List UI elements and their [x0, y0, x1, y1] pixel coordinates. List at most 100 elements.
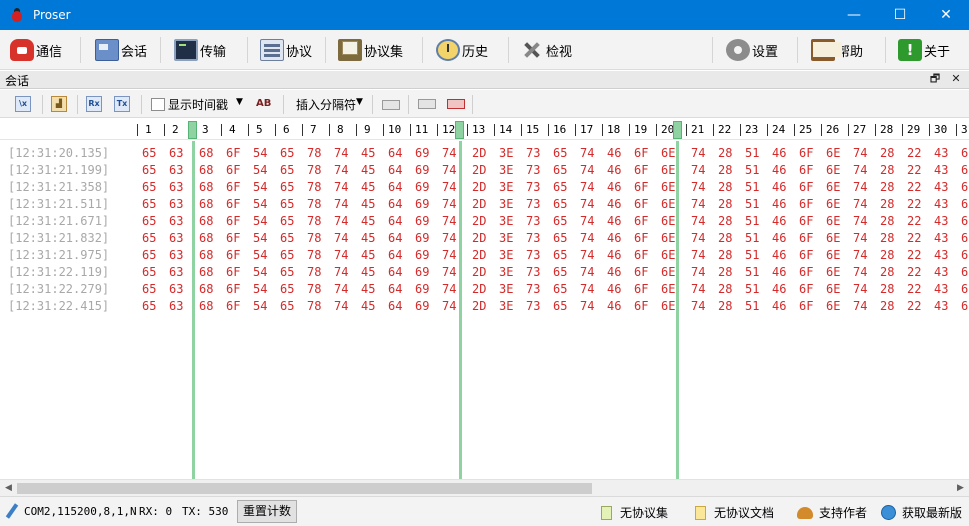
hex-byte: 65: [142, 180, 157, 194]
hex-byte: 51: [745, 248, 760, 262]
hex-byte: 74: [334, 265, 349, 279]
ruler-tick: [164, 124, 165, 136]
frame-separator-marker[interactable]: [188, 121, 197, 139]
hex-byte: 63: [169, 163, 184, 177]
transfer-button[interactable]: 传输: [174, 35, 226, 65]
support-author-item[interactable]: 支持作者: [797, 504, 867, 521]
maximize-button[interactable]: ☐: [877, 0, 923, 30]
show-timestamp-label[interactable]: 显示时间戳: [168, 96, 228, 113]
settings-button[interactable]: 设置: [726, 35, 778, 65]
ruler-tick: [221, 124, 222, 136]
phone-icon: [10, 39, 34, 61]
ruler-tick: [437, 124, 438, 136]
hex-byte: 73: [526, 299, 541, 313]
hex-byte: 74: [580, 248, 595, 262]
hex-byte: 65: [280, 146, 295, 160]
keyboard-icon[interactable]: [418, 99, 436, 109]
frame-separator-marker[interactable]: [455, 121, 464, 139]
data-row: [12:31:21.511] 65 63 68 6F 54 65 78 74 45 64 69 74 2D…: [0, 197, 969, 214]
hex-byte: 28: [718, 197, 733, 211]
protocol-button[interactable]: 协议: [260, 35, 312, 65]
hex-byte: 6F: [634, 214, 649, 228]
hex-byte: 74: [853, 214, 868, 228]
ruler-column-number: 29: [907, 123, 921, 136]
ruler-column-number: 10: [388, 123, 402, 136]
get-new-version-item[interactable]: 获取最新版: [881, 504, 962, 521]
hex-byte: 6E: [661, 180, 676, 194]
history-label: 历史: [462, 44, 489, 60]
ruler-column-number: 24: [772, 123, 786, 136]
scrollbar-thumb[interactable]: [17, 483, 592, 494]
tx-button[interactable]: Tx: [114, 96, 130, 112]
hex-byte: 6F: [799, 248, 814, 262]
panel-restore-button[interactable]: 🗗: [928, 72, 942, 86]
clear-screen-icon[interactable]: \x: [15, 96, 31, 112]
hex-byte: 6F: [634, 282, 649, 296]
rx-button[interactable]: Rx: [86, 96, 102, 112]
ruler-tick: [875, 124, 876, 136]
hex-byte: 63: [169, 214, 184, 228]
hex-byte: 43: [934, 214, 949, 228]
no-protocol-doc-item[interactable]: 无协议文档: [695, 504, 774, 521]
ruler-column-number: 19: [634, 123, 648, 136]
monitor-button[interactable]: 检视: [520, 35, 572, 65]
hex-byte: 43: [934, 282, 949, 296]
minimize-button[interactable]: —: [831, 0, 877, 30]
chevron-down-icon[interactable]: ▼: [356, 97, 363, 107]
hex-byte: 6E: [661, 197, 676, 211]
hex-byte: 68: [199, 282, 214, 296]
protocol-set-icon: [338, 39, 362, 61]
hex-byte: 65: [142, 197, 157, 211]
tools-icon: [520, 39, 544, 61]
scroll-right-icon[interactable]: ▶: [952, 480, 969, 497]
hex-byte: 6F: [634, 163, 649, 177]
hex-byte: 65: [142, 231, 157, 245]
frame-separator-marker[interactable]: [673, 121, 682, 139]
broom-icon[interactable]: ▟: [51, 96, 67, 112]
hex-byte: 6E: [661, 146, 676, 160]
hex-byte: 65: [280, 248, 295, 262]
monitor-label: 检视: [546, 44, 573, 60]
hex-byte: 28: [880, 299, 895, 313]
chevron-down-icon[interactable]: ▼: [236, 97, 243, 107]
help-button[interactable]: 帮助: [811, 35, 863, 65]
hex-byte: 43: [934, 180, 949, 194]
hex-byte: 78: [307, 231, 322, 245]
about-button[interactable]: 关于: [898, 35, 950, 65]
ruler-column-number: 31: [961, 123, 969, 136]
history-button[interactable]: 历史: [436, 35, 488, 65]
comm-label: 通信: [36, 44, 63, 60]
checkbox-icon[interactable]: [151, 98, 165, 111]
session-data-view[interactable]: [12:31:20.135] 65 63 68 6F 54 65 78 74 45 64 69 74 2D…: [0, 141, 969, 479]
session-button[interactable]: 会话: [95, 35, 147, 65]
hex-byte: 74: [442, 146, 457, 160]
no-protocol-set-item[interactable]: 无协议集: [601, 504, 668, 521]
hex-byte: 74: [580, 146, 595, 160]
delete-icon[interactable]: [447, 99, 465, 109]
protocol-set-label: 协议集: [364, 44, 404, 60]
session-panel-header: 会话 🗗 ✕: [0, 71, 969, 89]
ab-format-icon[interactable]: AB: [256, 98, 271, 109]
horizontal-scrollbar[interactable]: ◀ ▶: [0, 479, 969, 496]
hex-byte: 74: [853, 231, 868, 245]
ruler-tick: [137, 124, 138, 136]
hex-byte: 74: [580, 163, 595, 177]
hex-byte: 45: [361, 180, 376, 194]
comm-button[interactable]: 通信: [10, 35, 62, 65]
no-protocol-set-label: 无协议集: [620, 506, 669, 520]
close-button[interactable]: ✕: [923, 0, 969, 30]
protocol-set-button[interactable]: 协议集: [338, 35, 403, 65]
column-ruler: 1 2 3 4 5 6 7 8 9 10 11 12 13 14 15 16 17 18 19 20 21 22 23 24 2…: [0, 120, 969, 140]
hex-byte: 54: [253, 231, 268, 245]
hex-byte: 74: [853, 248, 868, 262]
panel-close-button[interactable]: ✕: [949, 72, 963, 86]
insert-separator-label[interactable]: 插入分隔符: [296, 96, 356, 113]
hex-byte: 74: [580, 265, 595, 279]
hex-byte: 45: [361, 248, 376, 262]
scroll-left-icon[interactable]: ◀: [0, 480, 17, 497]
stop-send-icon[interactable]: [382, 100, 400, 110]
hex-byte: 28: [880, 146, 895, 160]
hex-byte: 28: [880, 282, 895, 296]
ruler-tick: [656, 124, 657, 136]
reset-count-button[interactable]: 重置计数: [237, 500, 298, 523]
